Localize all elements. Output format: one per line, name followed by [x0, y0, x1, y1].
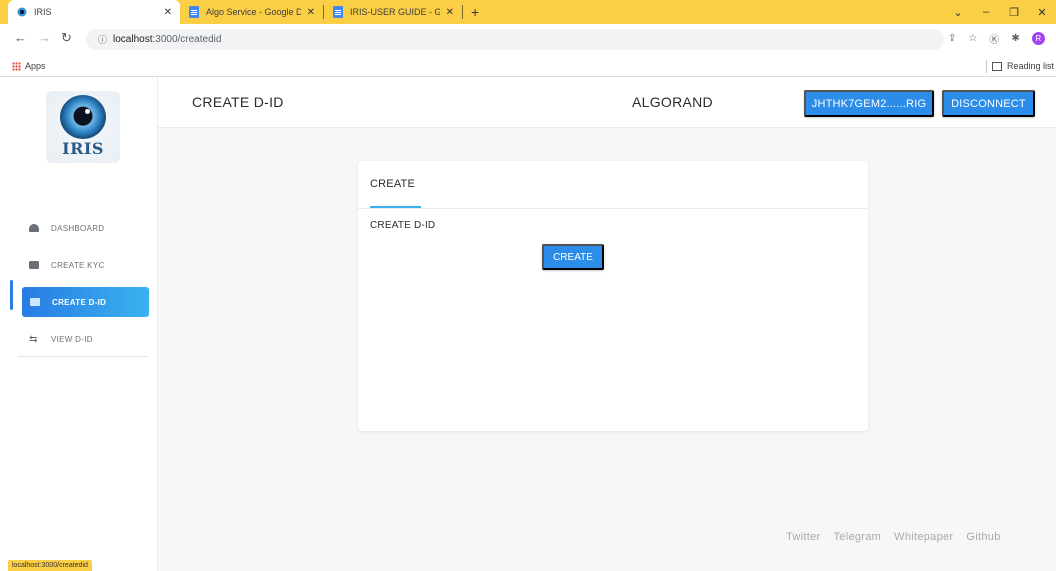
new-tab-icon[interactable]: +	[471, 4, 479, 20]
tab-title: Algo Service - Google Docs	[206, 7, 301, 17]
minimize-icon[interactable]: –	[972, 6, 1000, 18]
sidebar-item-create-kyc[interactable]: CREATE KYC	[0, 250, 158, 280]
footer-link-twitter[interactable]: Twitter	[786, 531, 821, 543]
close-tab-icon[interactable]: ✕	[446, 7, 454, 18]
sidebar-item-label: CREATE KYC	[51, 260, 105, 270]
iris-logo[interactable]: IRIS	[46, 91, 120, 163]
apps-label: Apps	[25, 61, 46, 71]
apps-shortcut[interactable]: Apps	[12, 61, 46, 71]
wallet-address-button[interactable]: JHTHK7GEM2......RIG	[804, 90, 934, 117]
tab-separator	[462, 5, 463, 19]
sidebar-menu: DASHBOARD CREATE KYC CREATE D-ID ⇆ VIEW …	[0, 213, 158, 361]
back-icon[interactable]: ←	[14, 30, 27, 45]
reading-list-icon	[992, 61, 1002, 71]
tab-user-guide[interactable]: IRIS-USER GUIDE - Google Docs ✕	[324, 0, 462, 24]
url-path: :3000/createdid	[152, 34, 222, 45]
card-divider	[358, 208, 868, 209]
window-controls: ⌄ – ❐ ✕	[944, 0, 1056, 24]
bookmark-star-icon[interactable]: ☆	[968, 33, 977, 44]
extension-k-icon[interactable]: Ⓚ	[989, 31, 999, 46]
forward-icon[interactable]: →	[38, 30, 51, 45]
status-url-tooltip: localhost:3000/createdid	[8, 560, 92, 571]
card-icon	[28, 261, 39, 270]
footer-links: Twitter Telegram Whitepaper Github	[786, 531, 1001, 543]
tab-iris[interactable]: IRIS ✕	[8, 0, 180, 24]
create-button[interactable]: CREATE	[542, 244, 604, 270]
browser-tab-bar: IRIS ✕ Algo Service - Google Docs ✕ IRIS…	[0, 0, 1056, 24]
tab-title: IRIS	[34, 7, 52, 17]
sidebar: IRIS DASHBOARD CREATE KYC CREATE D-ID ⇆ …	[0, 77, 158, 571]
sidebar-item-label: VIEW D-ID	[51, 334, 93, 344]
tab-title: IRIS-USER GUIDE - Google Docs	[350, 7, 440, 17]
extensions-puzzle-icon[interactable]: ✱	[1011, 33, 1019, 44]
google-docs-icon	[332, 6, 344, 18]
footer-link-telegram[interactable]: Telegram	[834, 531, 882, 543]
dashboard-icon	[28, 224, 39, 233]
close-tab-icon[interactable]: ✕	[307, 7, 315, 18]
sidebar-divider	[18, 356, 148, 357]
iris-favicon-icon	[16, 6, 28, 18]
sidebar-item-create-did[interactable]: CREATE D-ID	[22, 287, 149, 317]
tab-search-icon[interactable]: ⌄	[944, 6, 972, 19]
bookmarks-bar: Apps Reading list	[0, 58, 1056, 77]
toolbar-icons: ⇪ ☆ Ⓚ ✱ R ⋮	[948, 31, 1056, 46]
top-bar: CREATE D-ID ALGORAND JHTHK7GEM2......RIG…	[158, 77, 1056, 128]
create-card: CREATE CREATE D-ID CREATE	[358, 161, 868, 431]
share-icon[interactable]: ⇪	[948, 33, 956, 44]
close-tab-icon[interactable]: ✕	[164, 7, 172, 18]
sidebar-item-view-did[interactable]: ⇆ VIEW D-ID	[0, 324, 158, 354]
page-title: CREATE D-ID	[192, 94, 284, 110]
apps-grid-icon	[12, 61, 21, 71]
restore-icon[interactable]: ❐	[1000, 6, 1028, 19]
network-label: ALGORAND	[632, 94, 713, 110]
tab-algo-service[interactable]: Algo Service - Google Docs ✕	[180, 0, 323, 24]
url-field[interactable]: ⓘ localhost:3000/createdid	[86, 29, 944, 50]
logo-text: IRIS	[62, 139, 104, 158]
sidebar-item-label: CREATE D-ID	[52, 297, 107, 307]
create-did-label: CREATE D-ID	[370, 220, 436, 231]
footer-link-whitepaper[interactable]: Whitepaper	[894, 531, 953, 543]
address-bar-row: ← → ↻ ⓘ localhost:3000/createdid ⇪ ☆ Ⓚ ✱…	[0, 24, 1056, 58]
reading-list-label: Reading list	[1007, 61, 1055, 71]
reading-list[interactable]: Reading list	[985, 60, 1055, 73]
info-icon[interactable]: ⓘ	[98, 33, 107, 46]
close-window-icon[interactable]: ✕	[1028, 6, 1056, 19]
google-docs-icon	[188, 6, 200, 18]
eye-logo-icon	[60, 95, 106, 139]
reload-icon[interactable]: ↻	[61, 30, 72, 46]
app-root: IRIS DASHBOARD CREATE KYC CREATE D-ID ⇆ …	[0, 77, 1056, 571]
card-icon	[29, 298, 40, 307]
sidebar-item-label: DASHBOARD	[51, 223, 105, 233]
url-host: localhost	[113, 34, 153, 45]
repeat-icon: ⇆	[29, 333, 38, 345]
tab-create[interactable]: CREATE	[370, 178, 415, 190]
disconnect-button[interactable]: DISCONNECT	[942, 90, 1035, 117]
footer-link-github[interactable]: Github	[966, 531, 1000, 543]
profile-avatar[interactable]: R	[1031, 32, 1045, 45]
sidebar-item-dashboard[interactable]: DASHBOARD	[0, 213, 158, 243]
